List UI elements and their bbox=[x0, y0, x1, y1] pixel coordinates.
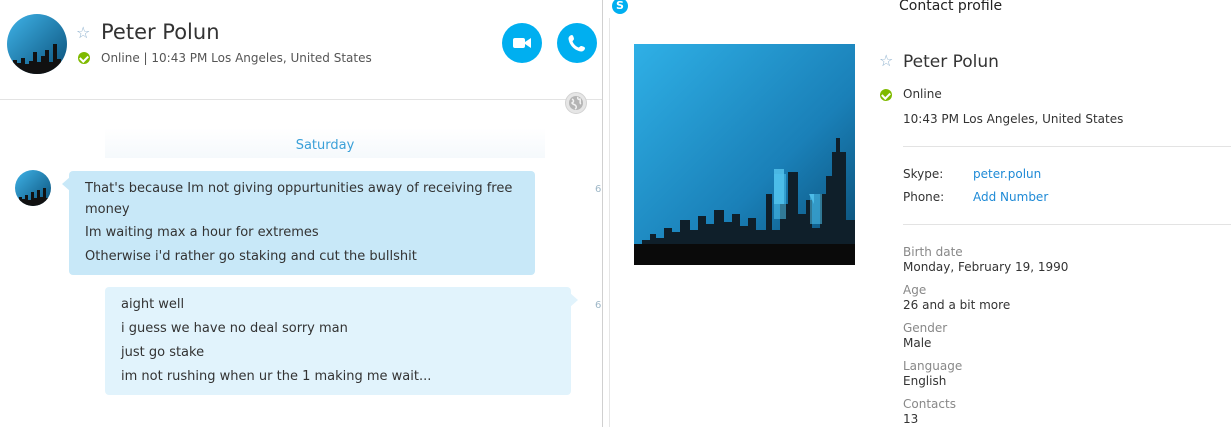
birth-date-value: Monday, February 19, 1990 bbox=[903, 260, 1069, 274]
favorite-star-icon[interactable]: ☆ bbox=[76, 25, 90, 41]
skype-field-label: Skype: bbox=[903, 167, 944, 181]
city-skyline-image bbox=[15, 170, 51, 206]
video-call-button[interactable] bbox=[502, 23, 542, 63]
message-time: 6 bbox=[595, 184, 602, 195]
add-number-link[interactable]: Add Number bbox=[973, 190, 1048, 204]
profile-photo bbox=[634, 44, 855, 265]
online-check-icon bbox=[78, 52, 90, 64]
language-label: Language bbox=[903, 359, 963, 373]
window-title: Contact profile bbox=[899, 0, 1003, 14]
video-camera-icon bbox=[513, 38, 531, 48]
age-label: Age bbox=[903, 283, 927, 297]
chat-header: ☆ Peter Polun Online | 10:43 PM Los Ange… bbox=[0, 0, 602, 100]
message-text: Otherwise i'd rather go staking and cut … bbox=[85, 249, 417, 264]
favorite-star-icon[interactable]: ☆ bbox=[879, 53, 893, 69]
contacts-value: 13 bbox=[903, 412, 919, 426]
incoming-message-bubble[interactable]: That's because Im not giving oppurtuniti… bbox=[62, 171, 535, 275]
message-text: just go stake bbox=[121, 345, 205, 360]
profile-local-time-location: 10:43 PM Los Angeles, United States bbox=[903, 112, 1124, 126]
language-value: English bbox=[903, 374, 947, 388]
city-skyline-image bbox=[634, 44, 855, 265]
day-label: Saturday bbox=[295, 138, 355, 153]
status-line: Online | 10:43 PM Los Angeles, United St… bbox=[101, 51, 372, 65]
birth-date-label: Birth date bbox=[903, 245, 963, 259]
city-skyline-image bbox=[7, 14, 67, 74]
gender-value: Male bbox=[903, 336, 932, 350]
globe-glyph bbox=[569, 96, 583, 110]
audio-call-button[interactable] bbox=[557, 23, 597, 63]
skype-id-link[interactable]: peter.polun bbox=[973, 167, 1041, 181]
divider bbox=[903, 146, 1231, 147]
message-text: im not rushing when ur the 1 making me w… bbox=[121, 369, 432, 384]
window-edge bbox=[609, 18, 610, 427]
profile-name: Peter Polun bbox=[903, 52, 999, 72]
contact-avatar[interactable] bbox=[7, 14, 67, 74]
outgoing-message-bubble[interactable]: aight well i guess we have no deal sorry… bbox=[105, 287, 578, 395]
chat-panel: ☆ Peter Polun Online | 10:43 PM Los Ange… bbox=[0, 0, 602, 427]
age-value: 26 and a bit more bbox=[903, 298, 1011, 312]
message-text: aight well bbox=[121, 297, 185, 312]
message-sender-avatar[interactable] bbox=[15, 170, 51, 206]
message-text: That's because Im not giving oppurtuniti… bbox=[85, 181, 513, 196]
profile-status: Online bbox=[903, 87, 942, 101]
contact-name: Peter Polun bbox=[101, 20, 220, 44]
message-text: money bbox=[85, 202, 130, 217]
phone-icon bbox=[568, 35, 585, 52]
title-bar: S Contact profile bbox=[603, 0, 1231, 16]
divider bbox=[903, 224, 1231, 225]
globe-icon[interactable] bbox=[565, 92, 587, 114]
message-time: 6 bbox=[595, 300, 602, 311]
contact-profile-window: S Contact profile ☆ Peter Polun Online 1… bbox=[602, 0, 1231, 427]
phone-field-label: Phone: bbox=[903, 190, 945, 204]
message-text: Im waiting max a hour for extremes bbox=[85, 225, 319, 240]
message-text: i guess we have no deal sorry man bbox=[121, 321, 348, 336]
contacts-label: Contacts bbox=[903, 397, 956, 411]
skype-logo-icon: S bbox=[612, 0, 628, 14]
day-divider: Saturday bbox=[105, 128, 545, 158]
gender-label: Gender bbox=[903, 321, 948, 335]
online-check-icon bbox=[880, 89, 892, 101]
